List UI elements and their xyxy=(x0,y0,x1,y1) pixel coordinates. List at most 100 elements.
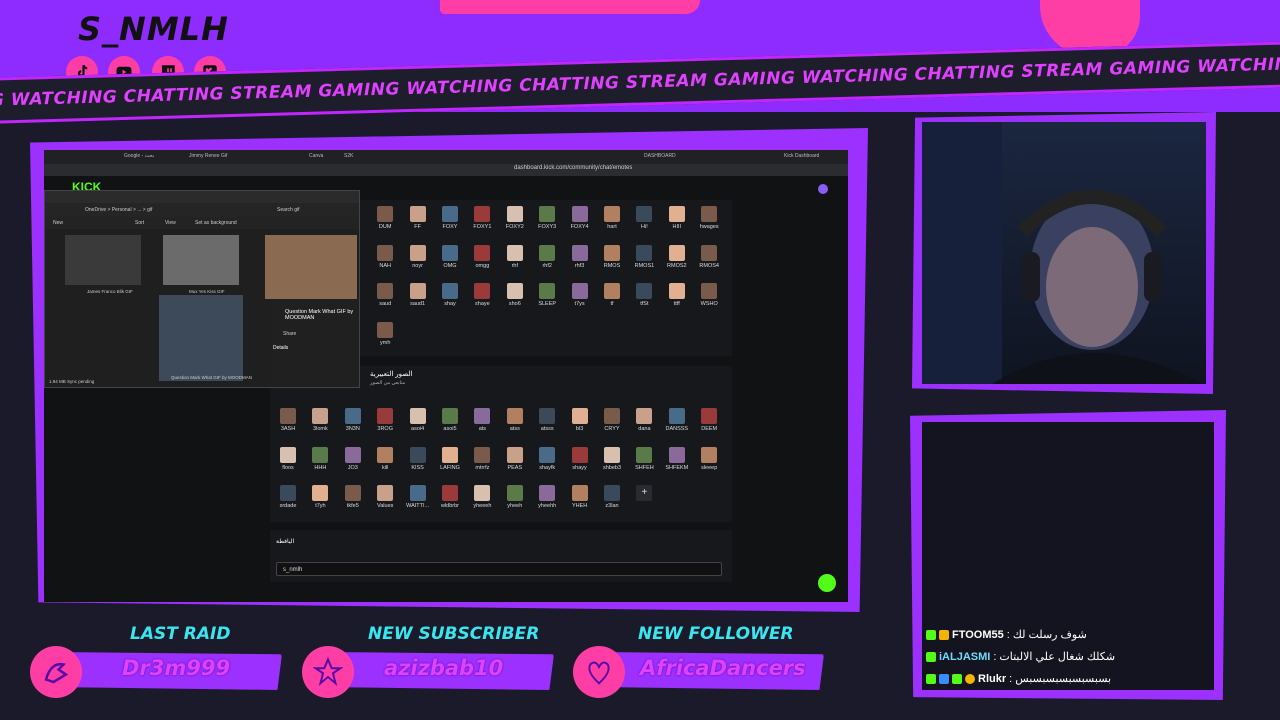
emote-item[interactable]: FF xyxy=(402,206,434,230)
emote-item[interactable]: FOXY3 xyxy=(531,206,563,230)
emote-item[interactable]: ats xyxy=(466,408,498,432)
emote-item[interactable]: 3lomk xyxy=(304,408,336,432)
emote-item[interactable]: bl3 xyxy=(564,408,596,432)
emote-item[interactable]: HIII xyxy=(661,206,693,230)
explorer-search[interactable]: Search gif xyxy=(277,207,300,213)
emote-item[interactable]: tkfe5 xyxy=(337,485,369,509)
emote-image xyxy=(409,446,426,463)
emote-item[interactable]: yheeh xyxy=(499,485,531,509)
explorer-path[interactable]: OneDrive > Personal > ... > gif xyxy=(85,207,152,213)
emote-item[interactable]: asoi4 xyxy=(402,408,434,432)
emote-item[interactable]: RMOS xyxy=(596,244,628,269)
emote-item[interactable]: YHEH xyxy=(564,485,596,509)
chat-message: iALJASMI : شكلك شغال علي الالبتات xyxy=(926,650,1115,663)
emote-item[interactable]: t7yh xyxy=(304,485,336,509)
emote-item[interactable]: HHH xyxy=(304,446,336,471)
emote-item[interactable]: SLEEP xyxy=(531,283,563,307)
emote-item[interactable]: shayfk xyxy=(531,446,563,471)
emote-item[interactable]: FOXY2 xyxy=(499,206,531,230)
emote-image xyxy=(701,283,718,299)
emote-item[interactable]: floos xyxy=(272,446,304,471)
emote-item[interactable]: RMOS2 xyxy=(661,244,693,269)
avatar[interactable] xyxy=(818,184,828,194)
emote-item[interactable]: OMG xyxy=(434,244,466,269)
emote-item[interactable]: rhf xyxy=(499,244,531,269)
set-background-button[interactable]: Set as background xyxy=(195,220,237,226)
emote-item[interactable]: wldbrbr xyxy=(434,485,466,509)
sort-button[interactable]: Sort xyxy=(135,220,144,226)
emote-item[interactable]: NAH xyxy=(369,244,401,269)
emote-image xyxy=(474,206,491,222)
emote-item[interactable]: srdade xyxy=(272,485,304,509)
emote-item[interactable]: omgg xyxy=(466,244,498,269)
emote-item[interactable]: DANSSS xyxy=(661,408,693,432)
emote-item[interactable]: Hi! xyxy=(628,206,660,230)
share-button[interactable]: Share xyxy=(283,331,296,337)
emote-item[interactable]: sleeep xyxy=(693,446,725,471)
browser-tab[interactable]: Canva xyxy=(309,153,323,161)
emote-item[interactable]: dana xyxy=(628,408,660,432)
emote-item[interactable]: DUM xyxy=(369,206,401,230)
emote-item[interactable]: asoi5 xyxy=(434,408,466,432)
browser-tab[interactable]: Jimmy Renee Gif xyxy=(189,153,227,161)
emote-item[interactable]: ttff xyxy=(661,283,693,307)
emote-item[interactable]: RMOS4 xyxy=(693,244,725,269)
gif-thumbnail-selected[interactable] xyxy=(159,295,243,381)
emote-item[interactable]: WAITTI... xyxy=(402,485,434,509)
emote-item[interactable]: shbeb3 xyxy=(596,446,628,471)
emote-item[interactable]: shayy xyxy=(564,446,596,471)
emote-item[interactable]: 3N3N xyxy=(337,408,369,432)
emote-item[interactable]: t7ys xyxy=(564,283,596,307)
emote-item[interactable]: ymh xyxy=(369,321,401,346)
emote-item[interactable]: yheeeh xyxy=(466,485,498,509)
emote-item[interactable]: Values xyxy=(369,485,401,509)
emote-item[interactable]: shaye xyxy=(466,283,498,307)
emote-item[interactable]: rhf3 xyxy=(564,244,596,269)
emote-item[interactable]: atsss xyxy=(531,408,563,432)
emote-item[interactable]: saud xyxy=(369,283,401,307)
emote-item[interactable]: shay xyxy=(434,283,466,307)
username-input[interactable]: s_nmlh xyxy=(276,562,722,576)
gif-thumbnail[interactable] xyxy=(65,235,141,285)
emote-item[interactable]: SHFEKM xyxy=(661,446,693,471)
emote-item[interactable]: noyr xyxy=(402,244,434,269)
emote-item[interactable]: hart xyxy=(596,206,628,230)
emote-item[interactable]: SHFEH xyxy=(628,446,660,471)
new-button[interactable]: New xyxy=(53,220,63,226)
emote-name: OMG xyxy=(443,262,457,269)
browser-tab[interactable]: DASHBOARD xyxy=(644,153,676,161)
emote-image xyxy=(377,408,394,424)
address-bar[interactable]: dashboard.kick.com/community/chat/emotes xyxy=(44,164,848,176)
emote-item[interactable]: 3ASH xyxy=(272,408,304,432)
browser-tab[interactable]: S2K xyxy=(344,153,353,161)
browser-tab[interactable]: Google - بحث xyxy=(124,153,154,161)
emote-item[interactable]: sho6 xyxy=(499,283,531,307)
emote-item[interactable]: 3ROG xyxy=(369,408,401,432)
view-button[interactable]: View xyxy=(165,220,176,226)
emote-item[interactable]: saud1 xyxy=(402,283,434,307)
emote-item[interactable]: RMOS1 xyxy=(628,244,660,269)
help-button[interactable] xyxy=(818,574,836,592)
emote-item[interactable]: tf xyxy=(596,283,628,307)
emote-item[interactable]: FOXY4 xyxy=(564,206,596,230)
emote-item[interactable]: PEAS xyxy=(499,446,531,471)
emote-item[interactable]: z3lan xyxy=(596,485,628,509)
emote-item[interactable]: FOXY xyxy=(434,206,466,230)
add-emote-button[interactable]: + xyxy=(628,485,660,501)
browser-tab[interactable]: Kick Dashboard xyxy=(784,153,819,161)
emote-item[interactable]: FOXY1 xyxy=(466,206,498,230)
emote-item[interactable]: hwages xyxy=(693,206,725,230)
emote-item[interactable]: WSHO xyxy=(693,283,725,307)
emote-item[interactable]: kill xyxy=(369,446,401,471)
emote-item[interactable]: JO3 xyxy=(337,446,369,471)
emote-item[interactable]: tfSt xyxy=(628,283,660,307)
gif-thumbnail[interactable] xyxy=(163,235,239,285)
emote-item[interactable]: rhf2 xyxy=(531,244,563,269)
emote-item[interactable]: LAFING xyxy=(434,446,466,471)
emote-item[interactable]: mtrrfz xyxy=(466,446,498,471)
emote-item[interactable]: CRYY xyxy=(596,408,628,432)
emote-item[interactable]: KISS xyxy=(402,446,434,471)
emote-item[interactable]: DEEM xyxy=(693,408,725,432)
emote-item[interactable]: atss xyxy=(499,408,531,432)
emote-item[interactable]: yheehh xyxy=(531,485,563,509)
